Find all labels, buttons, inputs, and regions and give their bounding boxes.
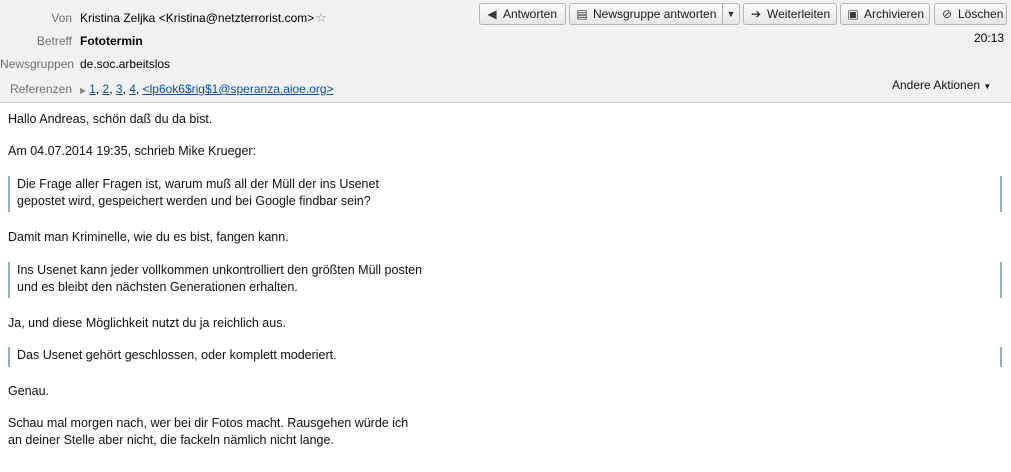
expand-triangle-icon[interactable]: ▶ bbox=[80, 86, 86, 95]
star-icon[interactable]: ☆ bbox=[315, 10, 327, 25]
newsgroups-value[interactable]: de.soc.arbeitslos bbox=[80, 54, 170, 74]
quote-line: Das Usenet gehört geschlossen, oder komp… bbox=[17, 348, 337, 362]
forward-button-label: Weiterleiten bbox=[767, 7, 831, 21]
from-value[interactable]: Kristina Zeljka <Kristina@netzterrorist.… bbox=[80, 8, 314, 28]
references-label: Referenzen bbox=[9, 82, 72, 96]
subject-label: Betreff bbox=[36, 34, 72, 48]
from-label: Von bbox=[51, 11, 72, 25]
newsgroup-icon: ▤ bbox=[576, 7, 588, 21]
reply-button[interactable]: ◀ Antworten bbox=[479, 3, 566, 25]
quote-block-1: Die Frage aller Fragen ist, warum muß al… bbox=[8, 176, 1002, 212]
delete-button[interactable]: ⊘ Löschen bbox=[934, 3, 1007, 25]
archive-button-label: Archivieren bbox=[864, 7, 925, 21]
forward-button[interactable]: ➔ Weiterleiten bbox=[743, 3, 837, 25]
reply-button-label: Antworten bbox=[503, 7, 558, 21]
subject-row: Betreff Fototermin bbox=[0, 31, 143, 51]
subject-value: Fototermin bbox=[80, 34, 143, 48]
greeting-text: Hallo Andreas, schön daß du da bist. bbox=[8, 112, 213, 126]
quote-line: Ins Usenet kann jeder vollkommen unkontr… bbox=[17, 263, 423, 277]
more-actions-button[interactable]: Andere Aktionen ▼ bbox=[892, 78, 991, 92]
reference-link-4[interactable]: 4 bbox=[129, 82, 136, 96]
archive-box-icon: ▣ bbox=[847, 7, 859, 21]
delete-circle-icon: ⊘ bbox=[941, 7, 953, 21]
quote-line: und es bleibt den nächsten Generationen … bbox=[17, 280, 298, 294]
reply-newsgroup-dropdown[interactable]: ▼ bbox=[722, 3, 740, 25]
chevron-down-icon: ▼ bbox=[983, 82, 992, 91]
newsgroups-row: Newsgruppen de.soc.arbeitslos bbox=[0, 54, 170, 74]
from-row: Von Kristina Zeljka <Kristina@netzterrori… bbox=[0, 8, 327, 28]
reply-arrow-icon: ◀ bbox=[487, 7, 497, 21]
reference-link-3[interactable]: 3 bbox=[116, 82, 123, 96]
closing-line: an deiner Stelle aber nicht, die fackeln… bbox=[8, 433, 334, 447]
reply-text: Damit man Kriminelle, wie du es bist, fa… bbox=[8, 230, 289, 244]
quote-line: Die Frage aller Fragen ist, warum muß al… bbox=[17, 177, 379, 191]
attribution-text: Am 04.07.2014 19:35, schrieb Mike Kruege… bbox=[8, 144, 257, 158]
reference-link-message-id[interactable]: <lp6ok6$rig$1@speranza.aioe.org> bbox=[143, 82, 334, 96]
quote-block-2: Ins Usenet kann jeder vollkommen unkontr… bbox=[8, 262, 1002, 298]
reference-link-1[interactable]: 1 bbox=[89, 82, 96, 96]
reply-newsgroup-button[interactable]: ▤ Newsgruppe antworten bbox=[569, 3, 723, 25]
forward-arrow-icon: ➔ bbox=[750, 7, 762, 21]
chevron-down-icon: ▼ bbox=[726, 9, 736, 19]
closing-line: Schau mal morgen nach, wer bei dir Fotos… bbox=[8, 416, 409, 430]
references-row: Referenzen ▶ 1, 2, 3, 4, <lp6ok6$rig$1@spe… bbox=[0, 79, 334, 99]
reply-text: Ja, und diese Möglichkeit nutzt du ja re… bbox=[8, 316, 286, 330]
message-time: 20:13 bbox=[973, 31, 1004, 45]
reply-newsgroup-label: Newsgruppe antworten bbox=[593, 7, 717, 21]
message-header: Von Kristina Zeljka <Kristina@netzterrori… bbox=[0, 0, 1011, 103]
archive-button[interactable]: ▣ Archivieren bbox=[840, 3, 930, 25]
closing-text: Schau mal morgen nach, wer bei dir Fotos… bbox=[8, 415, 408, 449]
reply-text: Genau. bbox=[8, 384, 50, 398]
newsgroups-label: Newsgruppen bbox=[0, 57, 75, 71]
delete-button-label: Löschen bbox=[958, 7, 1004, 21]
reference-link-2[interactable]: 2 bbox=[103, 82, 110, 96]
quote-line: gepostet wird, gespeichert werden und be… bbox=[17, 194, 371, 208]
quote-block-3: Das Usenet gehört geschlossen, oder komp… bbox=[8, 347, 1002, 367]
more-actions-label: Andere Aktionen bbox=[892, 78, 981, 92]
